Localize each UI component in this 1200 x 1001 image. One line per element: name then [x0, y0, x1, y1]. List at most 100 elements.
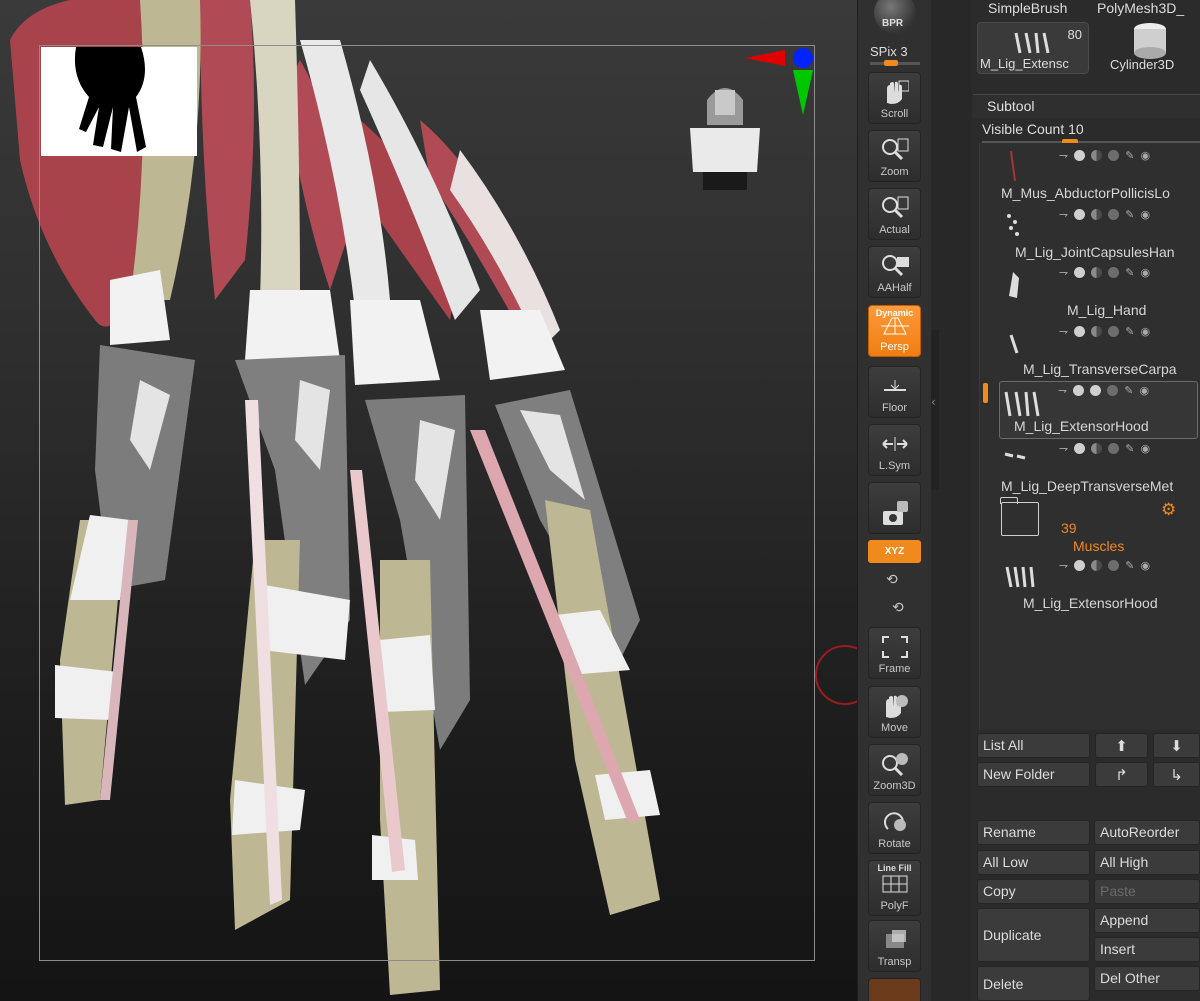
eye-icon[interactable]: ◉: [1140, 442, 1150, 455]
subtool-item[interactable]: ⇁ ✎ ◉ M_Lig_TransverseCarpa: [1001, 323, 1200, 381]
subtool-toggles[interactable]: ⇁ ✎ ◉: [1059, 325, 1150, 338]
poly-dot-icon[interactable]: [1091, 443, 1103, 454]
subtool-toggles[interactable]: ⇁ ✎ ◉: [1059, 208, 1150, 221]
solo-dot-icon[interactable]: [1108, 150, 1120, 161]
brush-icon[interactable]: ✎: [1125, 559, 1134, 572]
subtool-header[interactable]: Subtool: [973, 94, 1200, 118]
slider-knob[interactable]: [884, 60, 898, 66]
poly-dot-icon[interactable]: [1091, 209, 1103, 220]
cylinder-tool-thumb[interactable]: Cylinder3D: [1094, 22, 1200, 74]
lsym-button[interactable]: L.Sym: [868, 424, 921, 476]
duplicate-button[interactable]: Duplicate: [977, 908, 1090, 962]
zoom3d-button[interactable]: Zoom3D: [868, 744, 921, 796]
solo-dot-icon[interactable]: [1108, 209, 1120, 220]
copy-button[interactable]: Copy: [977, 879, 1090, 904]
arrow-icon[interactable]: ⇁: [1059, 559, 1068, 572]
palette-dock-strip[interactable]: [931, 330, 939, 490]
poly-dot-icon[interactable]: [1091, 560, 1103, 571]
subtool-toggles[interactable]: ⇁ ✎ ◉: [1059, 559, 1150, 572]
xyz-rotate-button[interactable]: XYZ: [868, 540, 921, 563]
camera-lock-button[interactable]: [868, 482, 921, 534]
scroll-button[interactable]: Scroll: [868, 72, 921, 124]
aahalf-button[interactable]: AAHalf: [868, 246, 921, 298]
new-folder-button[interactable]: New Folder: [977, 762, 1090, 787]
visibility-dot-icon[interactable]: [1074, 560, 1086, 571]
solo-dot-icon[interactable]: [1108, 560, 1120, 571]
simplebrush-tab[interactable]: SimpleBrush: [988, 0, 1067, 16]
solo-dot-icon[interactable]: [1107, 385, 1119, 396]
visibility-dot-icon[interactable]: [1074, 267, 1086, 278]
solo-dot-icon[interactable]: [1108, 267, 1120, 278]
delete-button[interactable]: Delete: [977, 966, 1090, 1001]
auto-reorder-button[interactable]: AutoReorder: [1094, 820, 1200, 845]
del-other-button[interactable]: Del Other: [1094, 966, 1200, 991]
subtool-toggles[interactable]: ⇁ ✎ ◉: [1059, 149, 1150, 162]
append-button[interactable]: Append: [1094, 908, 1200, 933]
poly-dot-icon[interactable]: [1091, 150, 1103, 161]
collapse-arrow-icon[interactable]: ‹: [931, 395, 936, 409]
canvas-viewport[interactable]: [0, 0, 857, 1001]
move-button[interactable]: Move: [868, 686, 921, 738]
subtool-toggles[interactable]: ⇁ ✎ ◉: [1059, 266, 1150, 279]
persp-button[interactable]: Dynamic Persp: [868, 305, 921, 357]
transp-button[interactable]: Transp: [868, 920, 921, 972]
eye-icon[interactable]: ◉: [1140, 208, 1150, 221]
floor-button[interactable]: Floor: [868, 366, 921, 418]
folder-icon[interactable]: [1000, 497, 1039, 536]
arrow-icon[interactable]: ⇁: [1059, 149, 1068, 162]
arrow-icon[interactable]: ⇁: [1059, 208, 1068, 221]
subtool-folder[interactable]: ⚙ 39 Muscles: [1000, 497, 1200, 560]
move-down-button[interactable]: ⬇: [1153, 733, 1200, 758]
subtool-scrollbar[interactable]: [983, 383, 988, 403]
frame-button[interactable]: Frame: [868, 627, 921, 679]
eye-icon[interactable]: ◉: [1140, 266, 1150, 279]
spix-slider[interactable]: [870, 60, 920, 66]
insert-button[interactable]: Insert: [1094, 937, 1200, 962]
orientation-head-icon[interactable]: [685, 80, 765, 195]
visibility-dot-icon[interactable]: [1074, 443, 1086, 454]
all-high-button[interactable]: All High: [1094, 850, 1200, 875]
arrow-icon[interactable]: ⇁: [1058, 384, 1067, 397]
subtool-item[interactable]: ⇁ ✎ ◉ M_Lig_Hand: [1001, 264, 1200, 322]
move-right-button[interactable]: ↱: [1095, 762, 1148, 787]
rotate-button[interactable]: Rotate: [868, 802, 921, 854]
brush-icon[interactable]: ✎: [1125, 266, 1134, 279]
polymesh-tab[interactable]: PolyMesh3D_: [1097, 0, 1184, 16]
subtool-item-selected[interactable]: ⇁ ✎ ◉ M_Lig_ExtensorHood: [999, 381, 1198, 439]
subtool-item[interactable]: ⇁ ✎ ◉ M_Lig_JointCapsulesHan: [1001, 206, 1200, 264]
brush-icon[interactable]: ✎: [1124, 384, 1133, 397]
rotate-z-icon[interactable]: ⟲: [892, 600, 904, 616]
subtool-item[interactable]: ⇁ ✎ ◉ M_Mus_AbductorPollicisLo: [1001, 147, 1200, 205]
poly-dot-icon[interactable]: [1091, 326, 1103, 337]
move-up-button[interactable]: ⬆: [1095, 733, 1148, 758]
brush-icon[interactable]: ✎: [1125, 208, 1134, 221]
all-low-button[interactable]: All Low: [977, 850, 1090, 875]
poly-dot-icon[interactable]: [1091, 267, 1103, 278]
solo-dot-icon[interactable]: [1108, 326, 1120, 337]
rename-button[interactable]: Rename: [977, 820, 1090, 845]
list-all-button[interactable]: List All: [977, 733, 1090, 758]
brush-icon[interactable]: ✎: [1125, 325, 1134, 338]
subtool-item[interactable]: ⇁ ✎ ◉ M_Lig_DeepTransverseMet: [1001, 440, 1200, 498]
subtool-item[interactable]: ⇁ ✎ ◉ M_Lig_ExtensorHood: [1001, 557, 1200, 615]
eye-icon[interactable]: ◉: [1140, 149, 1150, 162]
poly-dot-icon[interactable]: [1090, 385, 1102, 396]
move-in-button[interactable]: ↳: [1153, 762, 1200, 787]
arrow-icon[interactable]: ⇁: [1059, 325, 1068, 338]
visibility-dot-icon[interactable]: [1074, 326, 1086, 337]
paste-button[interactable]: Paste: [1094, 879, 1200, 904]
ghost-button[interactable]: [868, 978, 921, 1001]
rotate-y-icon[interactable]: ⟲: [886, 572, 898, 588]
visibility-dot-icon[interactable]: [1074, 150, 1086, 161]
visibility-dot-icon[interactable]: [1074, 209, 1086, 220]
brush-icon[interactable]: ✎: [1125, 149, 1134, 162]
brush-icon[interactable]: ✎: [1125, 442, 1134, 455]
navigation-thumbnail[interactable]: [41, 47, 197, 156]
visibility-dot-icon[interactable]: [1073, 385, 1085, 396]
actual-button[interactable]: Actual: [868, 188, 921, 240]
subtool-toggles[interactable]: ⇁ ✎ ◉: [1058, 384, 1149, 397]
eye-icon[interactable]: ◉: [1140, 325, 1150, 338]
gear-icon[interactable]: ⚙: [1161, 500, 1176, 520]
eye-icon[interactable]: ◉: [1140, 559, 1150, 572]
current-tool-thumb[interactable]: 80 M_Lig_Extensc: [977, 22, 1089, 74]
